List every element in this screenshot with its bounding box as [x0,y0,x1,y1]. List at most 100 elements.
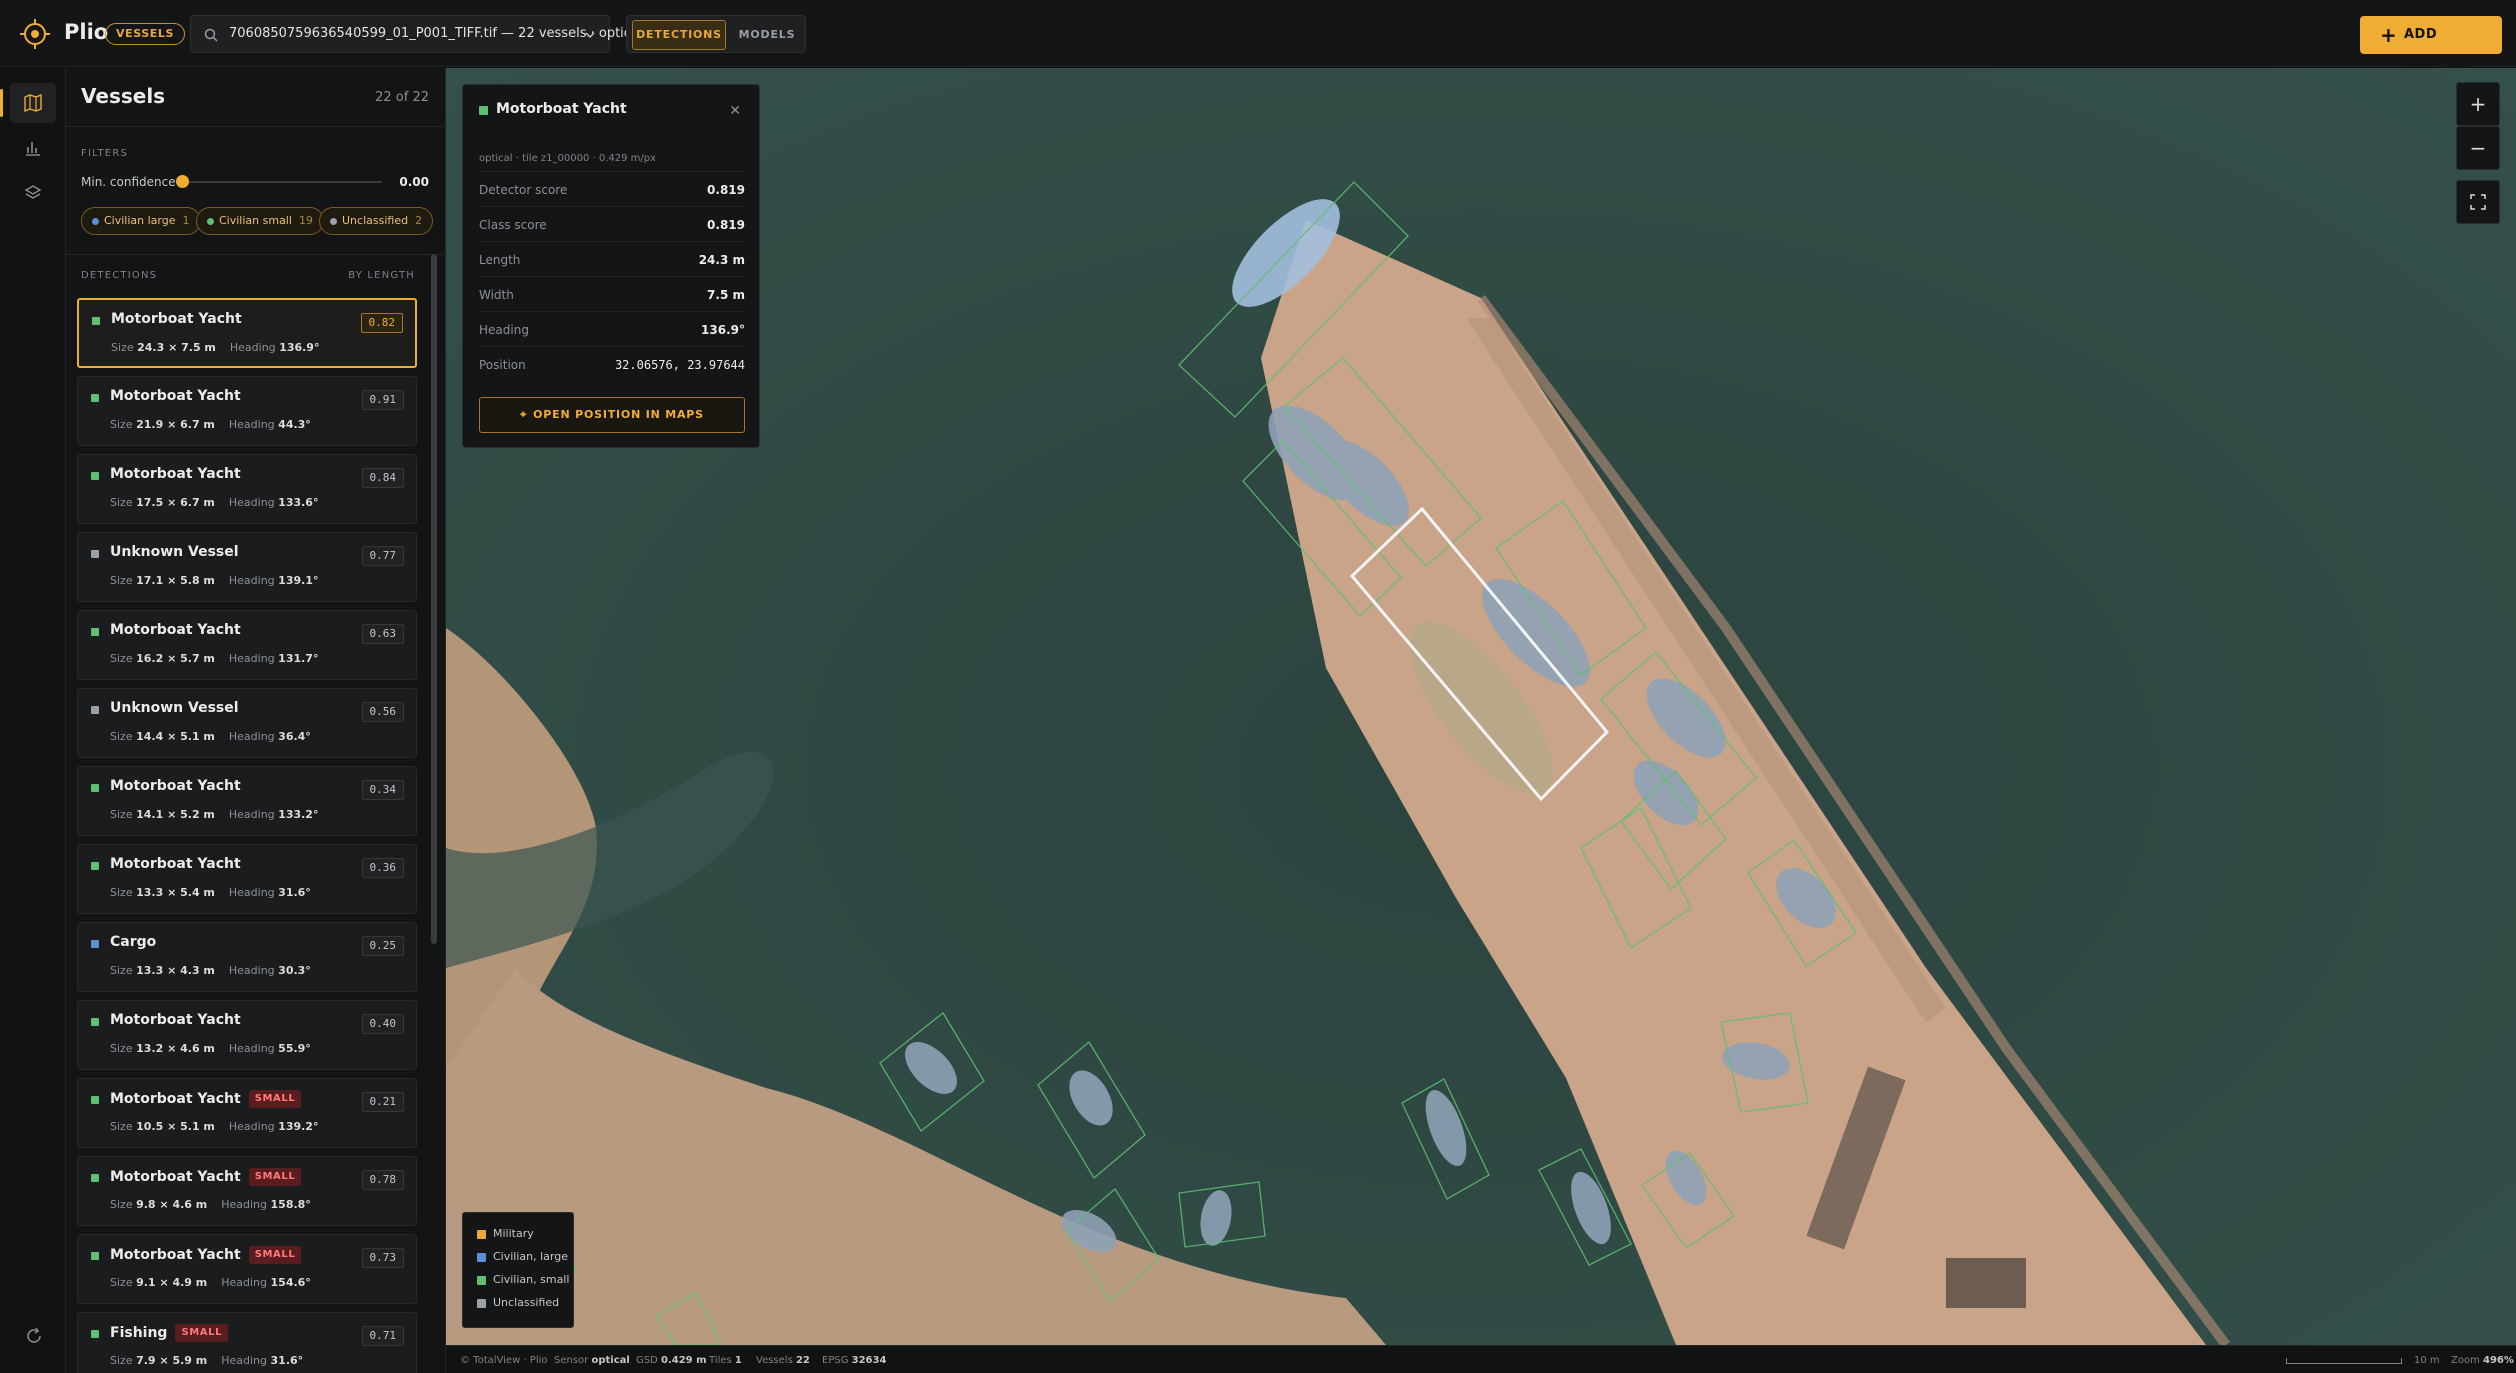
class-color-swatch [479,106,488,115]
legend-swatch [477,1230,486,1239]
fullscreen-button[interactable] [2456,180,2500,224]
detections-heading: DETECTIONS [81,270,158,281]
detection-score: 0.34 [361,780,404,800]
detail-key: Class score [479,218,547,232]
detection-size: 24.3 × 7.5 m [137,341,216,354]
detection-name: Motorboat Yacht [110,1169,241,1185]
detection-row[interactable]: Unknown Vessel Size 17.1 × 5.8 m Heading 1… [77,532,417,602]
detection-title: Motorboat Yacht [110,466,241,482]
detail-value: 136.9° [701,323,745,337]
legend-item: Civilian, large [477,1250,568,1263]
sort-by-length-button[interactable]: BY LENGTH [348,270,415,281]
confidence-slider-track[interactable] [182,181,382,183]
zoom-in-button[interactable]: + [2456,82,2500,126]
detection-heading: 30.3° [278,964,311,977]
add-imagery-button[interactable]: + ADD IMAGERY [2360,16,2502,80]
imagery-file-select[interactable]: 7060850759636540599_01_P001_TIFF.tif — 2… [190,15,643,53]
detection-row[interactable]: Motorboat Yacht SMALL Size 9.1 × 4.9 m Head… [77,1234,417,1304]
popup-subtitle: optical · tile z1_00000 · 0.429 m/px [479,153,657,164]
map-pin-icon: ⌖ [520,408,528,421]
legend-swatch [477,1276,486,1285]
size-label: Size [110,964,133,977]
detection-size: 9.1 × 4.9 m [136,1276,208,1289]
tab-models[interactable]: MODELS [732,20,802,50]
open-maps-label: OPEN POSITION IN MAPS [533,408,704,421]
detection-title: Motorboat Yacht [110,622,241,638]
min-confidence-value: 0.00 [399,175,429,189]
detection-meta: Size 7.9 × 5.9 m Heading 31.6° [110,1354,303,1367]
detection-meta: Size 9.8 × 4.6 m Heading 158.8° [110,1198,311,1211]
detections-list: Motorboat Yacht Size 24.3 × 7.5 m Heading … [77,298,417,1373]
nav-layers[interactable] [10,173,56,213]
detection-row[interactable]: Motorboat Yacht Size 16.2 × 5.7 m Heading … [77,610,417,680]
detection-row[interactable]: Motorboat Yacht Size 21.9 × 6.7 m Heading … [77,376,417,446]
detection-name: Unknown Vessel [110,544,239,560]
detection-size: 14.4 × 5.1 m [136,730,215,743]
detection-name: Motorboat Yacht [110,622,241,638]
detection-size: 14.1 × 5.2 m [136,808,215,821]
filter-chip[interactable]: Unclassified 2 [319,207,434,235]
chip-count: 1 [182,214,190,227]
class-color-swatch [91,1174,99,1182]
detail-key: Detector score [479,183,568,197]
filter-chip[interactable]: Civilian large 1 [81,207,201,235]
detection-score: 0.77 [361,546,404,566]
detection-row[interactable]: Fishing SMALL Size 7.9 × 5.9 m Heading 31.6… [77,1312,417,1373]
top-bar: Plio VESSELS 7060850759636540599_01_P001… [0,0,2516,80]
scale-label: 10 m [2414,1355,2440,1366]
detection-row[interactable]: Motorboat Yacht Size 13.3 × 5.4 m Heading … [77,844,417,914]
detection-size: 9.8 × 4.6 m [136,1198,208,1211]
detail-value: 24.3 m [698,253,745,267]
size-label: Size [110,1354,133,1367]
imagery-file-label: 7060850759636540599_01_P001_TIFF.tif — 2… [229,26,643,41]
detection-name: Motorboat Yacht [111,311,242,327]
chip-color-dot [92,218,99,225]
detection-row[interactable]: Motorboat Yacht SMALL Size 9.8 × 4.6 m Head… [77,1156,417,1226]
detection-row[interactable]: Motorboat Yacht SMALL Size 10.5 × 5.1 m Hea… [77,1078,417,1148]
size-label: Size [110,1042,133,1055]
detection-row[interactable]: Motorboat Yacht Size 17.5 × 6.7 m Heading … [77,454,417,524]
tiles-status: Tiles 1 [709,1355,742,1366]
detection-row[interactable]: Motorboat Yacht Size 13.2 × 4.6 m Heading … [77,1000,417,1070]
zoom-label: Zoom [2451,1355,2480,1366]
detection-name: Unknown Vessel [110,700,239,716]
vessels-value: 22 [795,1355,810,1366]
open-position-in-maps-button[interactable]: ⌖ OPEN POSITION IN MAPS [479,397,745,433]
nav-map[interactable] [0,83,56,123]
heading-label: Heading [228,964,275,977]
detection-row[interactable]: Motorboat Yacht Size 14.1 × 5.2 m Heading … [77,766,417,836]
detection-row[interactable]: Unknown Vessel Size 14.4 × 5.1 m Heading 3… [77,688,417,758]
fullscreen-icon [2470,194,2486,210]
heading-label: Heading [229,341,276,354]
detection-size: 17.5 × 6.7 m [136,496,215,509]
detection-row[interactable]: Cargo Size 13.3 × 4.3 m Heading 30.3° 0.25 [77,922,417,992]
zoom-out-button[interactable]: − [2456,126,2500,170]
refresh-icon[interactable] [24,1326,44,1346]
detection-size: 17.1 × 5.8 m [136,574,215,587]
detection-row[interactable]: Motorboat Yacht Size 24.3 × 7.5 m Heading … [77,298,417,368]
heading-label: Heading [221,1198,268,1211]
filter-chip[interactable]: Civilian small 19 [196,207,324,235]
detection-name: Motorboat Yacht [110,1091,241,1107]
tab-detections[interactable]: DETECTIONS [632,20,726,50]
nav-analytics[interactable] [10,128,56,168]
close-icon[interactable]: ✕ [729,103,741,119]
heading-label: Heading [228,652,275,665]
detection-heading: 55.9° [278,1042,311,1055]
list-scrollbar[interactable] [431,254,437,944]
heading-label: Heading [228,496,275,509]
heading-label: Heading [228,886,275,899]
detail-key: Heading [479,323,529,337]
legend-item: Military [477,1227,534,1240]
class-color-swatch [91,784,99,792]
legend-item: Civilian, small [477,1273,569,1286]
zoom-value: 496% [2483,1355,2514,1366]
heading-label: Heading [228,1120,275,1133]
detection-title: Motorboat Yacht [110,856,241,872]
class-color-swatch [91,550,99,558]
sensor-value: optical [591,1355,630,1366]
detection-meta: Size 17.5 × 6.7 m Heading 133.6° [110,496,318,509]
confidence-slider-handle[interactable] [176,175,189,188]
small-tag: SMALL [248,1090,302,1108]
panel-title: Vessels [81,84,166,108]
